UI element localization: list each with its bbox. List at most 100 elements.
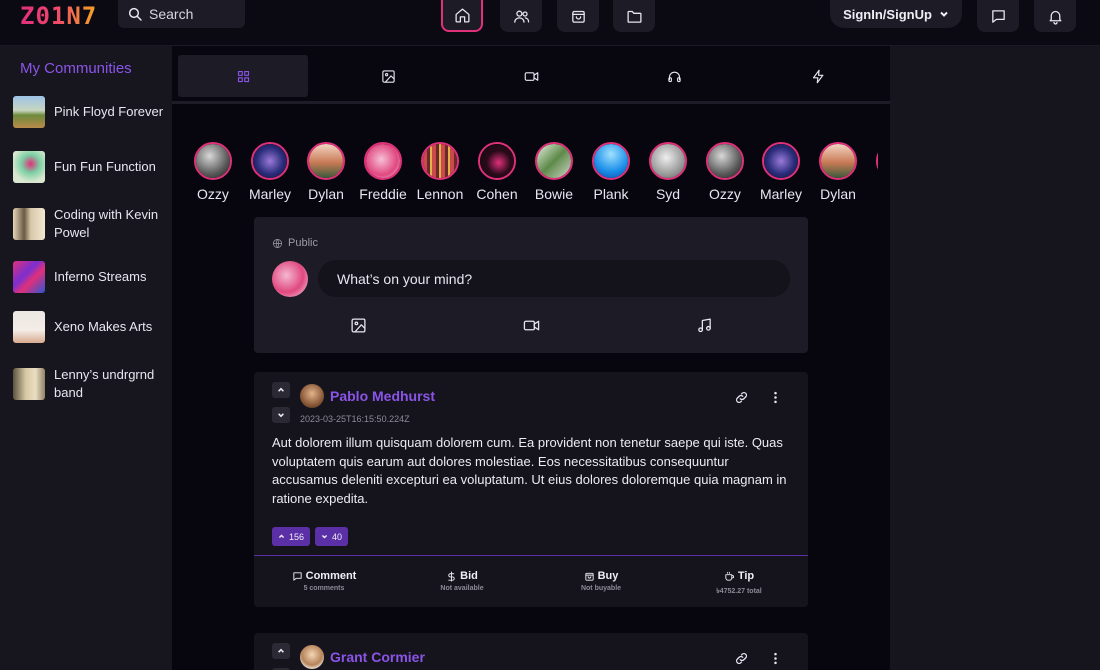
story-item[interactable]: Ozzy	[190, 142, 242, 202]
story-avatar	[307, 142, 345, 180]
search-label: Search	[149, 6, 194, 22]
upvote-button[interactable]	[272, 643, 290, 659]
search-button[interactable]: Search	[118, 0, 245, 28]
community-name: Pink Floyd Forever	[54, 104, 164, 119]
story-item[interactable]: Ozzy	[696, 142, 754, 202]
home-icon	[454, 7, 470, 23]
author-avatar[interactable]	[300, 645, 324, 669]
upvote-count[interactable]: 156	[272, 527, 311, 546]
add-music-button[interactable]	[692, 315, 716, 335]
story-avatar	[194, 142, 232, 180]
story-avatar	[876, 142, 878, 180]
chevron-up-icon	[278, 648, 284, 653]
bid-button[interactable]: Bid Not available	[402, 570, 522, 592]
community-item[interactable]: Fun Fun Function	[13, 151, 168, 183]
signin-label: SignIn/SignUp	[843, 6, 932, 22]
shopping-bag-icon	[584, 572, 594, 581]
more-vertical-icon	[773, 391, 777, 403]
community-name: Inferno Streams	[54, 269, 147, 284]
chevron-down-icon	[940, 11, 948, 17]
signin-signup-button[interactable]: SignIn/SignUp	[830, 0, 962, 28]
community-thumbnail	[13, 261, 45, 293]
post-menu-button[interactable]	[766, 649, 784, 667]
community-thumbnail	[13, 311, 45, 343]
more-vertical-icon	[773, 652, 777, 664]
community-thumbnail	[13, 368, 45, 400]
story-item[interactable]: Plank	[582, 142, 640, 202]
story-item[interactable]: Cohen	[468, 142, 526, 202]
story-item[interactable]: Dylan	[297, 142, 355, 202]
community-name: Xeno Makes Arts	[54, 319, 153, 334]
post-menu-button[interactable]	[766, 388, 784, 406]
upvote-value: 156	[289, 531, 305, 542]
author-name[interactable]: Grant Cormier	[330, 649, 425, 665]
nav-files-button[interactable]	[613, 0, 655, 32]
tab-videos[interactable]	[466, 55, 596, 97]
link-icon	[735, 391, 747, 403]
story-avatar	[819, 142, 857, 180]
downvote-count[interactable]: 40	[315, 527, 349, 546]
story-item[interactable]: Marley	[752, 142, 810, 202]
story-item[interactable]: Fr	[866, 142, 878, 202]
story-name: Marley	[759, 186, 802, 202]
buy-label: Buy	[597, 570, 619, 582]
tip-button[interactable]: Tip ৳4752.27 total	[679, 570, 799, 597]
comment-count: 5 comments	[303, 585, 345, 592]
story-item[interactable]: Freddie	[354, 142, 412, 202]
buy-button[interactable]: Buy Not buyable	[541, 570, 661, 592]
copy-link-button[interactable]	[732, 649, 750, 667]
add-video-button[interactable]	[519, 315, 543, 335]
tab-trending[interactable]	[753, 55, 883, 97]
nav-home-button[interactable]	[441, 0, 483, 32]
community-thumbnail	[13, 96, 45, 128]
community-item[interactable]: Xeno Makes Arts	[13, 311, 168, 343]
story-avatar	[421, 142, 459, 180]
story-avatar	[478, 142, 516, 180]
community-name: Fun Fun Function	[54, 159, 156, 174]
dollar-icon	[448, 570, 455, 582]
story-item[interactable]: Marley	[241, 142, 299, 202]
community-item[interactable]: Lenny’s undrgrnd band	[13, 366, 168, 402]
notifications-button[interactable]	[1034, 0, 1076, 32]
main-feed: Ozzy Marley Dylan Freddie Lennon Cohen B…	[172, 46, 890, 670]
community-item[interactable]: Pink Floyd Forever	[13, 96, 168, 128]
community-thumbnail	[13, 151, 45, 183]
folder-icon	[626, 10, 642, 23]
buy-label-row: Buy	[541, 570, 661, 582]
author-name[interactable]: Pablo Medhurst	[330, 388, 435, 404]
post-composer: Public What’s on your mind?	[254, 217, 808, 353]
tab-all[interactable]	[178, 55, 308, 97]
story-name: Plank	[593, 186, 629, 202]
comment-label-row: Comment	[264, 570, 384, 582]
buy-status: Not buyable	[580, 585, 622, 592]
tab-images[interactable]	[323, 55, 453, 97]
link-icon	[735, 652, 747, 664]
bid-status: Not available	[440, 585, 484, 592]
story-item[interactable]: Dylan	[809, 142, 867, 202]
community-item[interactable]: Inferno Streams	[13, 261, 168, 293]
copy-link-button[interactable]	[732, 388, 750, 406]
story-item[interactable]: Bowie	[525, 142, 583, 202]
post-input[interactable]: What’s on your mind?	[318, 260, 790, 297]
story-name: Ozzy	[709, 186, 741, 202]
nav-people-button[interactable]	[500, 0, 542, 32]
users-icon	[513, 10, 529, 23]
user-avatar[interactable]	[272, 261, 308, 297]
visibility-selector[interactable]: Public	[272, 237, 318, 249]
community-item[interactable]: Coding with Kevin Powel	[13, 206, 168, 242]
story-item[interactable]: Lennon	[411, 142, 469, 202]
coffee-icon	[725, 571, 734, 581]
nav-shop-button[interactable]	[557, 0, 599, 32]
post-divider	[254, 555, 808, 556]
post-body: Aut dolorem illum quisquam dolorem cum. …	[272, 435, 787, 506]
story-item[interactable]: Syd	[639, 142, 697, 202]
globe-icon	[273, 238, 282, 248]
comment-button[interactable]: Comment 5 comments	[264, 570, 384, 592]
add-image-button[interactable]	[346, 315, 370, 335]
messages-button[interactable]	[977, 0, 1019, 32]
author-avatar[interactable]	[300, 384, 324, 408]
downvote-button[interactable]	[272, 407, 290, 423]
app-logo[interactable]: Z01N7	[20, 2, 97, 30]
tab-audio[interactable]	[609, 55, 739, 97]
upvote-button[interactable]	[272, 382, 290, 398]
